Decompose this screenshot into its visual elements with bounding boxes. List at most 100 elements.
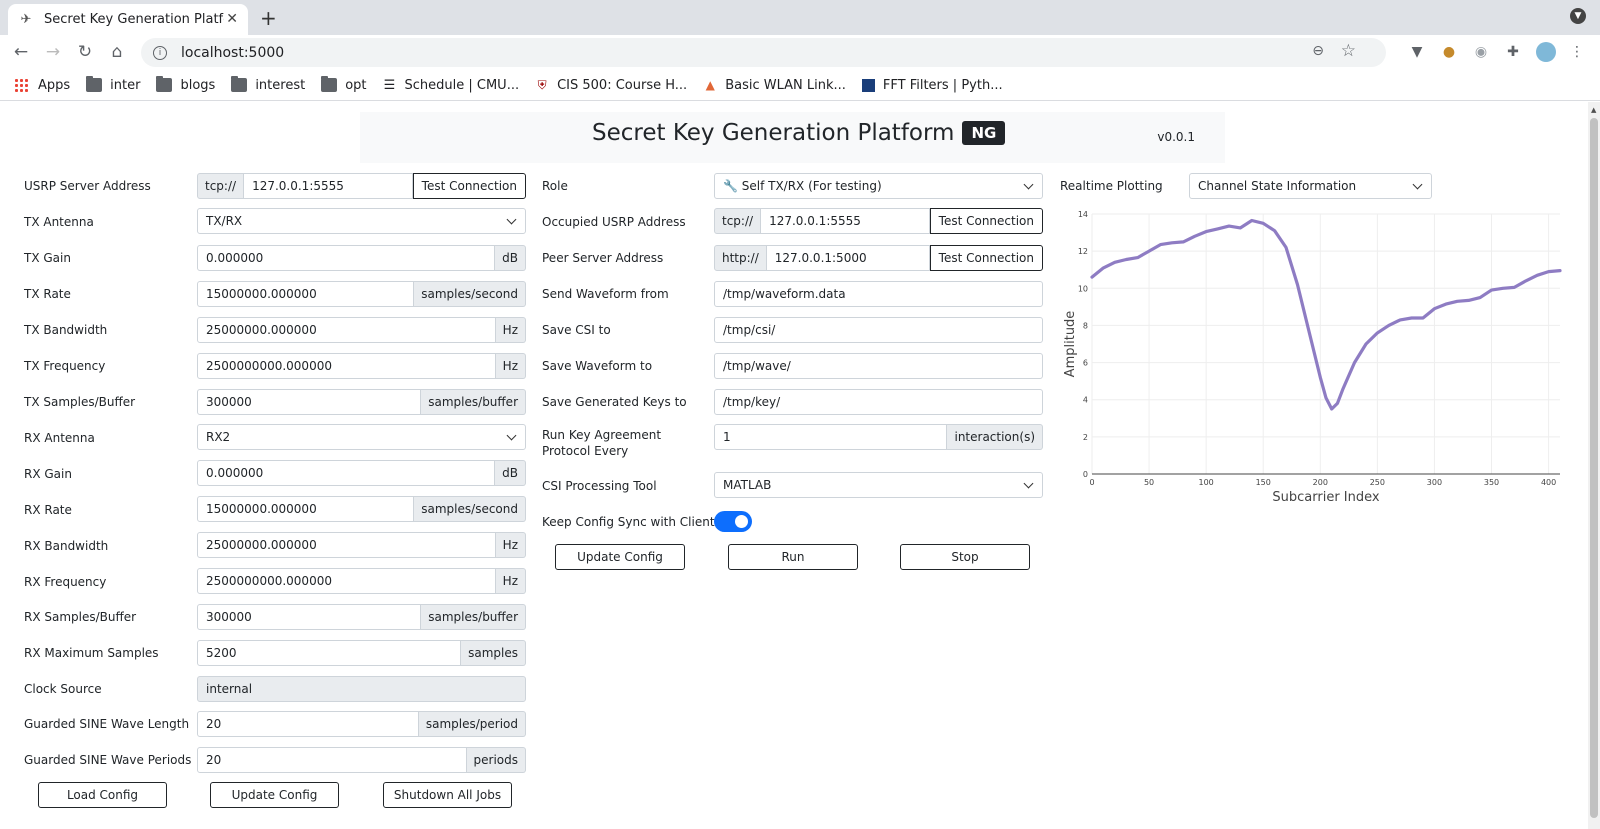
peer-server-input[interactable]: 127.0.0.1:5000 <box>766 245 930 271</box>
tx-rate-label: TX Rate <box>24 287 71 301</box>
run-every-input[interactable]: 1 <box>714 424 948 450</box>
bookmark-blogs[interactable]: blogs <box>156 76 215 93</box>
rx-rate-group: 15000000.000000 samples/second <box>197 496 526 522</box>
rx-rate-input[interactable]: 15000000.000000 <box>197 496 415 522</box>
chevron-down-icon <box>1412 179 1423 190</box>
x-tick-label: 350 <box>1484 478 1499 487</box>
save-keys-group: /tmp/key/ <box>714 389 1043 415</box>
rx-max-samples-unit: samples <box>461 640 526 666</box>
usrp-address-group: tcp:// 127.0.0.1:5555 Test Connection <box>197 173 526 199</box>
bookmark-cis500[interactable]: ⛨ CIS 500: Course H... <box>535 78 688 93</box>
bookmark-fft[interactable]: FFT Filters | Pyth... <box>861 78 1003 93</box>
vuetify-extension-icon[interactable]: ▼ <box>1408 43 1426 61</box>
bookmark-wlan[interactable]: ▲ Basic WLAN Link... <box>703 78 846 93</box>
tx-rate-unit: samples/second <box>414 281 526 307</box>
rx-max-samples-input[interactable]: 5200 <box>197 640 462 666</box>
save-csi-input[interactable]: /tmp/csi/ <box>714 317 1043 343</box>
rx-rate-label: RX Rate <box>24 503 72 517</box>
occupied-usrp-input[interactable]: 127.0.0.1:5555 <box>761 208 930 234</box>
run-every-unit: interaction(s) <box>947 424 1043 450</box>
chevron-down-icon <box>506 430 517 441</box>
extensions-puzzle-icon[interactable]: ✚ <box>1504 43 1522 61</box>
forward-icon[interactable]: → <box>43 42 63 62</box>
browser-menu-icon[interactable]: ⋮ <box>1568 43 1586 61</box>
rx-frequency-label: RX Frequency <box>24 575 107 589</box>
sine-periods-input[interactable]: 20 <box>197 747 467 773</box>
tx-antenna-select[interactable]: TX/RX <box>197 208 526 234</box>
tx-frequency-group: 2500000000.000000 Hz <box>197 353 526 379</box>
reload-icon[interactable]: ↻ <box>75 42 95 62</box>
tx-bandwidth-label: TX Bandwidth <box>24 323 108 337</box>
sine-length-input[interactable]: 20 <box>197 711 419 737</box>
circle-extension-icon[interactable]: ◉ <box>1472 43 1490 61</box>
bookmark-apps[interactable]: Apps <box>14 78 70 93</box>
home-icon[interactable]: ⌂ <box>107 42 127 62</box>
load-config-button[interactable]: Load Config <box>38 782 167 808</box>
scroll-thumb[interactable] <box>1590 118 1598 818</box>
y-tick-label: 0 <box>1083 470 1088 479</box>
plot-type-select[interactable]: Channel State Information <box>1189 173 1432 199</box>
rx-bandwidth-group: 25000000.000000 Hz <box>197 532 526 558</box>
rx-antenna-select[interactable]: RX2 <box>197 424 526 450</box>
tx-samples-buffer-unit: samples/buffer <box>421 389 526 415</box>
rx-gain-input[interactable]: 0.000000 <box>197 460 496 486</box>
bookmark-star-icon[interactable]: ☆ <box>1341 41 1356 61</box>
usrp-test-connection-button[interactable]: Test Connection <box>412 173 526 199</box>
tx-rate-input[interactable]: 15000000.000000 <box>197 281 415 307</box>
close-tab-icon[interactable]: ✕ <box>226 11 238 27</box>
rx-frequency-group: 2500000000.000000 Hz <box>197 568 526 594</box>
rx-frequency-input[interactable]: 2500000000.000000 <box>197 568 496 594</box>
zoom-icon[interactable]: ⊖ <box>1312 43 1324 59</box>
rx-rate-unit: samples/second <box>414 496 526 522</box>
x-tick-label: 100 <box>1199 478 1214 487</box>
site-info-icon[interactable]: i <box>153 45 167 60</box>
occupied-test-connection-button[interactable]: Test Connection <box>929 208 1043 234</box>
rx-bandwidth-input[interactable]: 25000000.000000 <box>197 532 496 558</box>
tx-samples-buffer-input[interactable]: 300000 <box>197 389 422 415</box>
rx-antenna-label: RX Antenna <box>24 431 95 445</box>
tx-bandwidth-input[interactable]: 25000000.000000 <box>197 317 496 343</box>
role-select[interactable]: 🔧 Self TX/RX (For testing) <box>714 173 1043 199</box>
clock-source-group: internal <box>197 676 526 702</box>
usrp-address-input[interactable]: 127.0.0.1:5555 <box>244 173 413 199</box>
tab-search-icon[interactable]: ▼ <box>1570 8 1586 24</box>
save-keys-input[interactable]: /tmp/key/ <box>714 389 1043 415</box>
tx-frequency-label: TX Frequency <box>24 359 106 373</box>
usrp-address-label: USRP Server Address <box>24 179 151 193</box>
y-tick-label: 4 <box>1083 396 1088 405</box>
cookie-extension-icon[interactable]: ● <box>1440 43 1458 61</box>
page-scrollbar[interactable]: ▲ <box>1588 102 1600 829</box>
bookmark-inter[interactable]: inter <box>86 76 140 93</box>
send-waveform-input[interactable]: /tmp/waveform.data <box>714 281 1043 307</box>
url-text: localhost:5000 <box>181 44 285 61</box>
y-tick-label: 2 <box>1083 433 1088 442</box>
run-button[interactable]: Run <box>728 544 858 570</box>
shutdown-jobs-button[interactable]: Shutdown All Jobs <box>383 782 512 808</box>
tx-frequency-unit: Hz <box>495 353 526 379</box>
page-header: Secret Key Generation Platform NG v0.0.1 <box>360 112 1225 163</box>
browser-tab[interactable]: ✈ Secret Key Generation Platfor ✕ <box>8 4 248 35</box>
version-label: v0.0.1 <box>1157 130 1195 144</box>
save-waveform-input[interactable]: /tmp/wave/ <box>714 353 1043 379</box>
stop-button[interactable]: Stop <box>900 544 1030 570</box>
profile-avatar[interactable] <box>1536 42 1556 62</box>
address-bar[interactable]: i localhost:5000 ⊖ ☆ <box>141 38 1386 67</box>
bookmark-interest[interactable]: interest <box>231 76 305 93</box>
tx-gain-group: 0.000000 dB <box>197 245 526 271</box>
rx-samples-buffer-input[interactable]: 300000 <box>197 604 422 630</box>
middle-update-config-button[interactable]: Update Config <box>555 544 685 570</box>
csi-tool-select[interactable]: MATLAB <box>714 472 1043 498</box>
tx-gain-input[interactable]: 0.000000 <box>197 245 496 271</box>
tx-frequency-input[interactable]: 2500000000.000000 <box>197 353 496 379</box>
x-axis-title: Subcarrier Index <box>1272 490 1379 505</box>
bookmark-schedule[interactable]: ☰ Schedule | CMU... <box>383 78 519 94</box>
sync-config-toggle[interactable] <box>714 511 752 532</box>
new-tab-icon[interactable]: + <box>260 6 277 30</box>
bookmark-opt[interactable]: opt <box>321 76 367 93</box>
peer-test-connection-button[interactable]: Test Connection <box>929 245 1043 271</box>
scroll-up-icon[interactable]: ▲ <box>1591 106 1596 114</box>
back-icon[interactable]: ← <box>11 42 31 62</box>
left-update-config-button[interactable]: Update Config <box>210 782 339 808</box>
y-tick-label: 14 <box>1078 210 1088 219</box>
chevron-down-icon <box>506 214 517 225</box>
